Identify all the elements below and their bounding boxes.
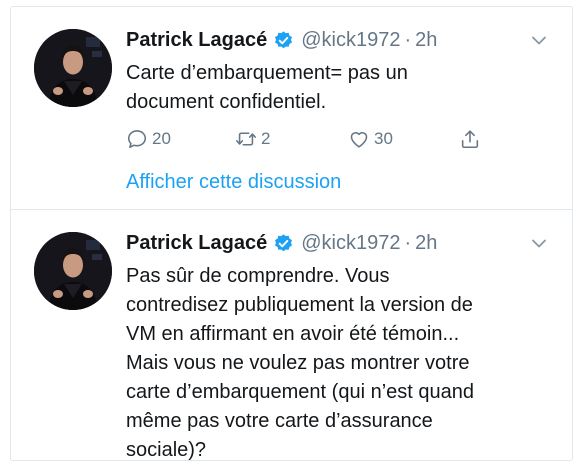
tweet-list: Patrick Lagacé @kick1972 · 2h Carte d’em…: [10, 6, 573, 461]
retweet-button[interactable]: 2: [235, 125, 270, 153]
tweet-header: Patrick Lagacé @kick1972 · 2h: [126, 230, 437, 256]
like-button[interactable]: 30: [348, 125, 393, 153]
separator-dot: ·: [404, 28, 412, 51]
reply-button[interactable]: 20: [126, 125, 171, 153]
timestamp[interactable]: 2h: [415, 29, 437, 52]
chevron-down-icon[interactable]: [530, 31, 548, 49]
share-icon: [461, 130, 479, 149]
author-handle[interactable]: @kick1972: [301, 232, 400, 255]
verified-badge-icon: [273, 30, 294, 51]
reply-icon: [127, 130, 147, 149]
avatar-photo: [34, 29, 112, 107]
avatar[interactable]: [34, 232, 112, 310]
tweet-header: Patrick Lagacé @kick1972 · 2h: [126, 27, 437, 53]
timestamp[interactable]: 2h: [415, 232, 437, 255]
separator-dot: ·: [404, 231, 412, 254]
chevron-down-icon[interactable]: [530, 234, 548, 252]
author-name[interactable]: Patrick Lagacé: [126, 29, 267, 52]
verified-badge-icon: [273, 233, 294, 254]
heart-icon: [350, 132, 368, 148]
tweet[interactable]: Patrick Lagacé @kick1972 · 2h Carte d’em…: [11, 7, 572, 210]
avatar-photo: [34, 232, 112, 310]
share-button[interactable]: [459, 125, 481, 153]
like-count: 30: [374, 129, 393, 148]
author-name[interactable]: Patrick Lagacé: [126, 232, 267, 255]
tweet-actions: 20 2 30: [126, 125, 506, 153]
tweet-text: Pas sûr de comprendre. Vous contredisez …: [126, 265, 474, 461]
tweet[interactable]: Patrick Lagacé @kick1972 · 2h Pas sûr de…: [11, 210, 572, 461]
retweet-count: 2: [261, 129, 271, 148]
show-thread-link[interactable]: Afficher cette discussion: [126, 171, 341, 194]
retweet-icon: [236, 132, 256, 146]
author-handle[interactable]: @kick1972: [301, 29, 400, 52]
reply-count: 20: [152, 129, 171, 148]
avatar[interactable]: [34, 29, 112, 107]
tweet-text: Carte d’embarquement= pas un document co…: [126, 62, 408, 113]
